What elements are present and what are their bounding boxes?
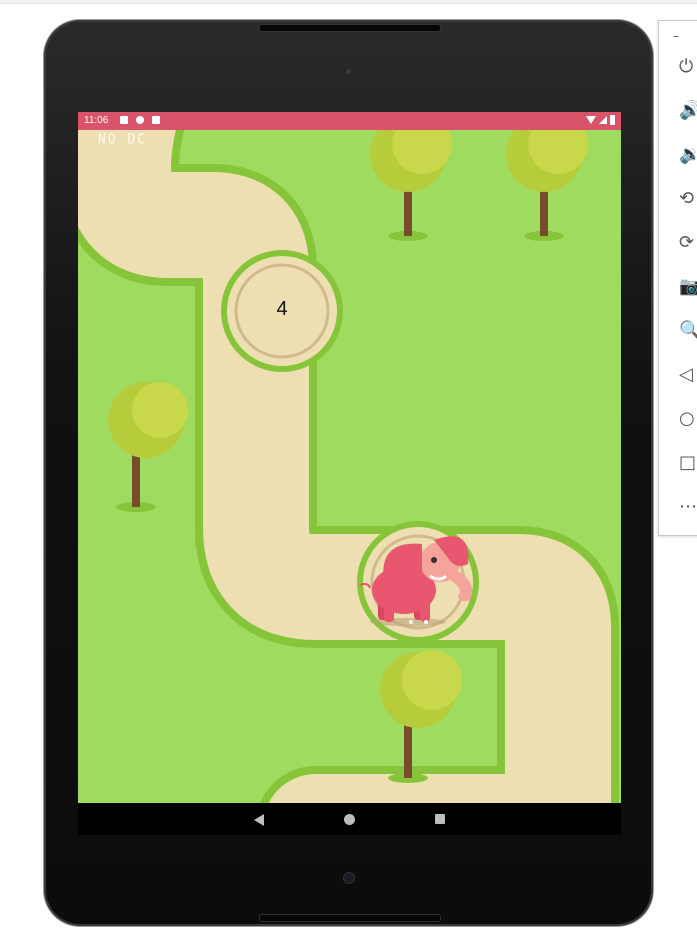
recents-icon[interactable]	[435, 814, 445, 824]
waypoint-label: 4	[276, 298, 288, 320]
sd-card-icon	[152, 116, 160, 124]
tree	[380, 650, 462, 783]
home-icon[interactable]	[344, 814, 355, 825]
power-icon[interactable]: ⏻	[679, 55, 697, 79]
more-icon[interactable]: ⋯	[679, 495, 697, 519]
rotate-right-icon[interactable]: ⟳	[679, 231, 697, 255]
back-icon[interactable]: ◁	[679, 363, 697, 387]
bottom-sensor	[343, 872, 355, 884]
wifi-icon	[586, 116, 596, 124]
overview-icon[interactable]: □	[679, 451, 697, 475]
battery-icon	[610, 115, 615, 125]
back-icon[interactable]	[254, 814, 264, 826]
front-camera	[346, 69, 351, 74]
camera-icon[interactable]: 📷	[679, 275, 697, 299]
volume-up-icon[interactable]: 🔊	[679, 99, 697, 123]
speaker-grille-bottom	[259, 914, 441, 922]
speaker-grille-top	[259, 24, 441, 32]
notification-icon	[120, 116, 128, 124]
tree	[506, 130, 588, 241]
device-screen: 11:06 NO DC 4	[78, 112, 621, 835]
zoom-icon[interactable]: 🔍	[679, 319, 697, 343]
tree	[108, 382, 188, 512]
volume-down-icon[interactable]: 🔉	[679, 143, 697, 167]
status-time: 11:06	[84, 115, 109, 126]
tree	[370, 130, 452, 241]
navigation-bar	[78, 803, 621, 835]
emulator-toolbar: – ⏻ 🔊 🔉 ⟲ ⟳ 📷 🔍 ◁ ○ □ ⋯	[658, 20, 697, 536]
rotate-left-icon[interactable]: ⟲	[679, 187, 697, 211]
notification-icon	[136, 116, 144, 124]
minimize-button[interactable]: –	[673, 29, 679, 43]
signal-icon	[599, 116, 607, 124]
status-bar: 11:06	[78, 112, 621, 130]
debug-label: NO DC	[98, 131, 148, 148]
game-canvas[interactable]: NO DC 4	[78, 130, 621, 803]
home-icon[interactable]: ○	[679, 407, 697, 431]
game-board	[78, 130, 619, 803]
top-divider	[0, 0, 697, 4]
